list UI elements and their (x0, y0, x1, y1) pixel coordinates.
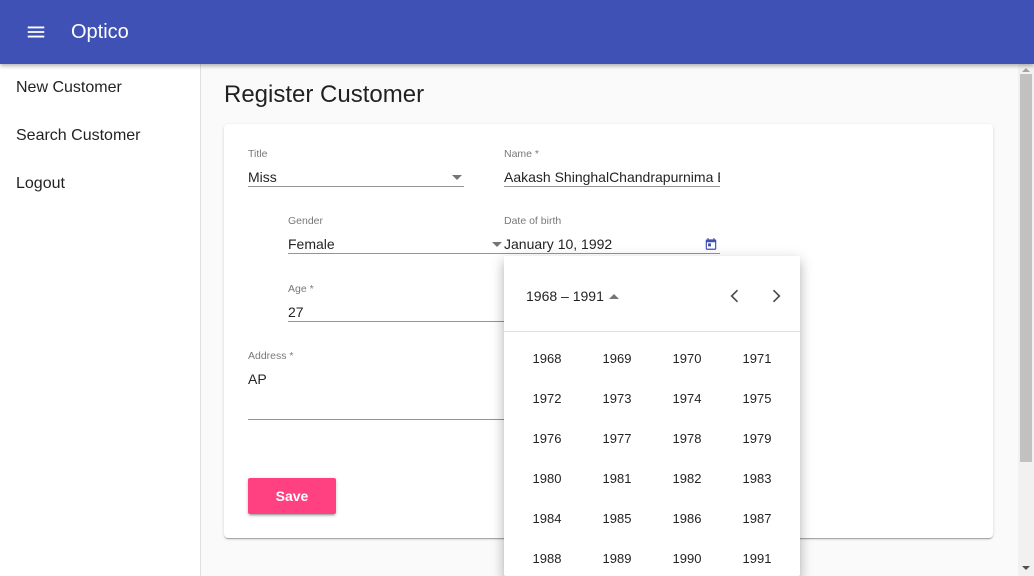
year-cell[interactable]: 1975 (722, 378, 792, 418)
dropdown-arrow-icon (492, 242, 502, 247)
sidebar: New Customer Search Customer Logout (0, 64, 201, 576)
age-input[interactable]: 27 (288, 302, 504, 322)
year-cell[interactable]: 1986 (652, 498, 722, 538)
calendar-icon[interactable] (704, 237, 718, 251)
period-label: 1968 – 1991 (526, 288, 604, 304)
scroll-up-arrow-icon[interactable] (1022, 68, 1030, 72)
datepicker-popup: 1968 – 1991 1968 1969 1970 1971 1972 1973 1974… (504, 256, 800, 576)
year-cell[interactable]: 1980 (512, 458, 582, 498)
save-button[interactable]: Save (248, 478, 336, 514)
gender-label: Gender (288, 215, 324, 227)
caret-up-icon (608, 293, 619, 299)
page-title: Register Customer (224, 81, 425, 108)
sidebar-item-logout[interactable]: Logout (0, 160, 200, 208)
age-label: Age * (288, 283, 314, 295)
year-cell[interactable]: 1978 (652, 418, 722, 458)
title-label: Title (248, 148, 268, 160)
next-period-button[interactable] (764, 284, 788, 308)
page-scrollbar[interactable] (1018, 64, 1034, 576)
title-selected-value: Miss (248, 169, 277, 185)
title-select[interactable]: Title Miss (248, 148, 464, 188)
year-cell[interactable]: 1968 (512, 338, 582, 378)
chevron-right-icon (772, 289, 781, 303)
sidebar-item-new-customer[interactable]: New Customer (0, 64, 200, 112)
age-underline (288, 321, 504, 322)
year-cell[interactable]: 1973 (582, 378, 652, 418)
age-field[interactable]: Age * 27 (288, 283, 504, 323)
sidebar-item-search-customer[interactable]: Search Customer (0, 112, 200, 160)
year-cell[interactable]: 1982 (652, 458, 722, 498)
dob-value[interactable]: January 10, 1992 (504, 234, 720, 254)
name-field[interactable]: Name * Aakash ShinghalChandrapurnima Bo (504, 148, 720, 188)
year-cell[interactable]: 1984 (512, 498, 582, 538)
year-cell[interactable]: 1988 (512, 538, 582, 576)
date-of-birth-field[interactable]: Date of birth January 10, 1992 (504, 215, 720, 255)
period-toggle-button[interactable]: 1968 – 1991 (526, 288, 619, 304)
dob-label: Date of birth (504, 215, 562, 227)
name-underline (504, 186, 720, 187)
year-cell[interactable]: 1983 (722, 458, 792, 498)
year-cell[interactable]: 1991 (722, 538, 792, 576)
scroll-down-arrow-icon[interactable] (1022, 566, 1030, 570)
year-cell[interactable]: 1989 (582, 538, 652, 576)
gender-select[interactable]: Gender Female (288, 215, 504, 255)
app-title: Optico (71, 20, 129, 43)
dob-input[interactable]: January 10, 1992 (504, 236, 612, 252)
year-grid: 1968 1969 1970 1971 1972 1973 1974 1975 1976 1977… (512, 338, 792, 576)
year-cell[interactable]: 1971 (722, 338, 792, 378)
year-cell[interactable]: 1976 (512, 418, 582, 458)
year-cell[interactable]: 1970 (652, 338, 722, 378)
gender-selected-value: Female (288, 236, 335, 252)
chevron-left-icon (730, 289, 739, 303)
datepicker-header: 1968 – 1991 (504, 256, 800, 332)
year-cell[interactable]: 1987 (722, 498, 792, 538)
gender-underline (288, 253, 504, 254)
dob-underline (504, 253, 720, 254)
name-label: Name * (504, 148, 540, 160)
top-toolbar: Optico (0, 0, 1034, 64)
previous-period-button[interactable] (723, 284, 747, 308)
year-cell[interactable]: 1969 (582, 338, 652, 378)
year-cell[interactable]: 1990 (652, 538, 722, 576)
menu-icon (27, 26, 45, 38)
year-cell[interactable]: 1979 (722, 418, 792, 458)
title-value: Miss (248, 167, 464, 187)
dropdown-arrow-icon (452, 175, 462, 180)
year-cell[interactable]: 1974 (652, 378, 722, 418)
year-cell[interactable]: 1981 (582, 458, 652, 498)
name-input[interactable]: Aakash ShinghalChandrapurnima Bo (504, 167, 720, 187)
menu-button[interactable] (16, 12, 56, 52)
scrollbar-thumb[interactable] (1020, 74, 1032, 462)
gender-value: Female (288, 234, 504, 254)
year-cell[interactable]: 1977 (582, 418, 652, 458)
title-underline (248, 186, 464, 187)
year-cell[interactable]: 1972 (512, 378, 582, 418)
year-cell[interactable]: 1985 (582, 498, 652, 538)
